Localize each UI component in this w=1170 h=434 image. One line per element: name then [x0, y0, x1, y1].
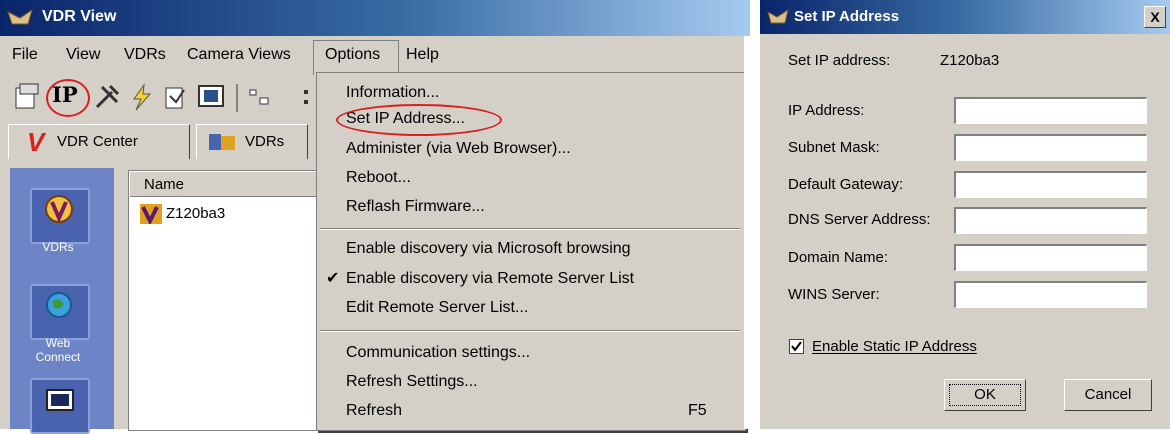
- vdrs-tab-icon: [209, 134, 235, 150]
- sidebar-item-vdrs[interactable]: [30, 188, 90, 244]
- ip-address-field[interactable]: [954, 97, 1147, 124]
- ip-address-label: IP Address:: [788, 102, 865, 119]
- subnet-mask-label: Subnet Mask:: [788, 139, 880, 156]
- checkmark-icon: [791, 341, 802, 352]
- vdr-logo-icon: [45, 195, 73, 223]
- menu-item-discovery-remote[interactable]: Enable discovery via Remote Server List: [346, 270, 634, 288]
- set-ip-highlight-ellipse: [336, 104, 502, 136]
- tab-vdrs[interactable]: VDRs: [196, 124, 308, 159]
- default-gateway-label: Default Gateway:: [788, 176, 904, 193]
- static-ip-label[interactable]: Enable Static IP Address: [812, 338, 977, 355]
- column-name-header: Name: [144, 176, 185, 193]
- flash-icon[interactable]: [126, 82, 156, 112]
- dialog-app-icon: [767, 8, 789, 24]
- menu-item-reboot[interactable]: Reboot...: [346, 169, 411, 187]
- wins-server-field[interactable]: [954, 281, 1147, 308]
- menu-file[interactable]: File: [12, 46, 38, 64]
- domain-name-label: Domain Name:: [788, 249, 889, 266]
- computer-monitor-icon: [46, 389, 74, 411]
- globe-icon: [46, 292, 72, 318]
- menu-help[interactable]: Help: [406, 46, 439, 64]
- ok-button[interactable]: OK: [944, 379, 1026, 411]
- sidebar-item-web-connect[interactable]: [30, 284, 90, 340]
- ip-highlight-circle: [46, 79, 90, 117]
- menu-options[interactable]: Options: [325, 46, 380, 64]
- list-header[interactable]: Name: [130, 172, 318, 197]
- tools-icon[interactable]: [92, 82, 122, 112]
- vdr-device-icon: [140, 204, 162, 224]
- list-item[interactable]: Z120ba3: [140, 202, 310, 226]
- subnet-mask-field[interactable]: [954, 134, 1147, 161]
- sidebar-item-web-connect-label: Web Connect: [35, 336, 81, 364]
- large-icons-icon[interactable]: [244, 82, 274, 112]
- dns-server-field[interactable]: [954, 207, 1147, 234]
- default-gateway-field[interactable]: [954, 171, 1147, 198]
- target-label: Set IP address:: [788, 52, 891, 69]
- dialog-titlebar: Set IP Address X: [760, 0, 1170, 34]
- monitor-icon[interactable]: [196, 82, 226, 112]
- domain-name-field[interactable]: [954, 244, 1147, 271]
- properties-icon[interactable]: [12, 82, 42, 112]
- clipboard-icon[interactable]: [160, 82, 190, 112]
- cancel-button[interactable]: Cancel: [1064, 379, 1152, 411]
- tab-vdr-center-label: VDR Center: [57, 133, 138, 150]
- window-title: VDR View: [42, 8, 117, 25]
- vdr-titlebar: VDR View: [0, 0, 750, 36]
- refresh-shortcut: F5: [688, 402, 707, 419]
- menu-item-discovery-microsoft[interactable]: Enable discovery via Microsoft browsing: [346, 240, 631, 258]
- sidebar-item-monitor[interactable]: [30, 378, 90, 434]
- tab-vdrs-label: VDRs: [245, 133, 285, 150]
- sidebar-item-vdrs-label: VDRs: [42, 240, 74, 254]
- target-value: Z120ba3: [940, 52, 1000, 69]
- menu-item-refresh-settings[interactable]: Refresh Settings...: [346, 373, 478, 391]
- list-item-name: Z120ba3: [166, 205, 226, 222]
- static-ip-checkbox[interactable]: [789, 339, 804, 354]
- dns-server-label: DNS Server Address:: [788, 211, 931, 228]
- wins-server-label: WINS Server:: [788, 286, 880, 303]
- menu-item-edit-remote-server-list[interactable]: Edit Remote Server List...: [346, 299, 528, 317]
- menu-separator: [320, 330, 740, 332]
- app-logo-icon: [7, 8, 33, 25]
- toolbar-separator: [236, 84, 238, 112]
- tab-vdr-center[interactable]: V VDR Center: [8, 124, 190, 159]
- window-edge: [744, 36, 750, 429]
- menu-separator: [320, 228, 740, 230]
- checkmark-icon: ✔: [326, 270, 340, 287]
- dialog-title: Set IP Address: [794, 8, 900, 25]
- menu-item-communication-settings[interactable]: Communication settings...: [346, 344, 530, 362]
- menu-item-administer[interactable]: Administer (via Web Browser)...: [346, 140, 571, 158]
- menu-item-information[interactable]: Information...: [346, 84, 439, 102]
- menu-item-refresh[interactable]: Refresh: [346, 402, 402, 420]
- menu-view[interactable]: View: [66, 46, 100, 64]
- menu-vdrs[interactable]: VDRs: [124, 46, 166, 64]
- close-icon[interactable]: X: [1144, 6, 1166, 28]
- menu-item-reflash-firmware[interactable]: Reflash Firmware...: [346, 198, 485, 216]
- menu-camera-views[interactable]: Camera Views: [187, 46, 291, 64]
- vdr-v-logo-icon: V: [27, 127, 45, 157]
